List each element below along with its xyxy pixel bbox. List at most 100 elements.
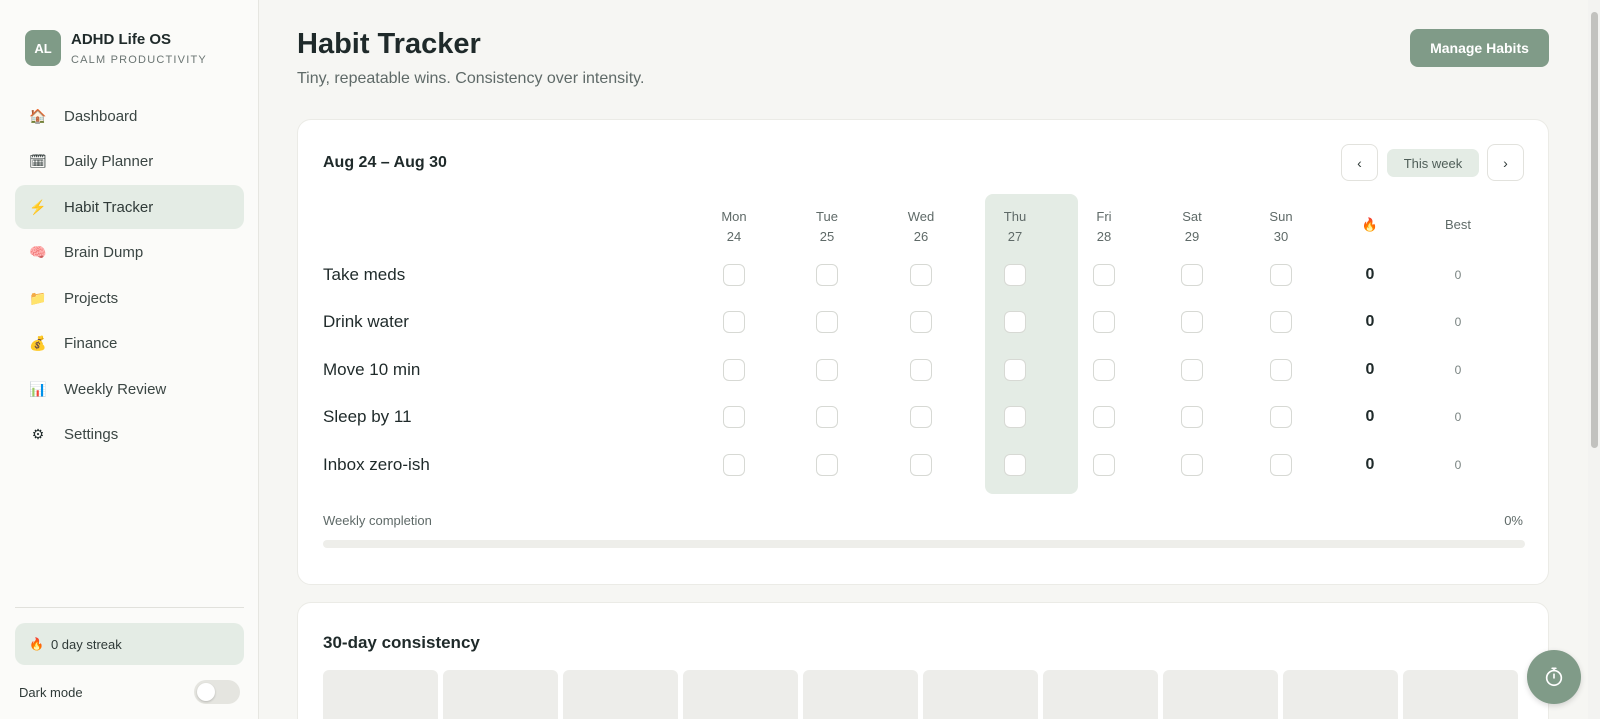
sidebar-item-habit-tracker[interactable]: ⚡ Habit Tracker [15, 185, 244, 229]
sidebar-item-finance[interactable]: 💰 Finance [15, 322, 244, 366]
consistency-cell [1283, 670, 1398, 719]
manage-habits-button[interactable]: Manage Habits [1410, 29, 1549, 67]
avatar: AL [25, 30, 61, 66]
sidebar-item-label: Daily Planner [64, 153, 154, 170]
habit-checkbox[interactable] [1181, 359, 1203, 381]
habit-checkbox[interactable] [723, 264, 745, 286]
sidebar: AL ADHD Life OS CALM PRODUCTIVITY 🏠 Dashb… [0, 0, 259, 719]
consistency-cell [923, 670, 1038, 719]
lightning-icon: ⚡ [29, 198, 47, 215]
habit-checkbox[interactable] [1270, 359, 1292, 381]
consistency-cell [1043, 670, 1158, 719]
day-date: 30 [1273, 229, 1289, 244]
habit-streak-value: 0 [1365, 456, 1375, 473]
habit-checkbox[interactable] [910, 311, 932, 333]
timer-button[interactable] [1527, 650, 1581, 704]
habit-name: Move 10 min [323, 360, 421, 379]
streak-column-header: 🔥 [1361, 217, 1379, 232]
habit-checkbox[interactable] [1004, 454, 1026, 476]
habit-checkbox[interactable] [1181, 311, 1203, 333]
habit-name: Take meds [323, 265, 406, 284]
day-header-fri: Fri 28 [1074, 207, 1134, 247]
habit-checkbox[interactable] [816, 264, 838, 286]
sidebar-item-label: Dashboard [64, 107, 138, 125]
scroll-thumb[interactable] [1591, 12, 1598, 448]
sidebar-item-dashboard[interactable]: 🏠 Dashboard [15, 94, 244, 138]
habit-checkbox[interactable] [910, 264, 932, 286]
habit-checkbox[interactable] [1093, 311, 1115, 333]
habit-checkbox[interactable] [723, 454, 745, 476]
consistency-grid [323, 670, 1518, 719]
habit-best-value: 0 [1454, 410, 1462, 424]
previous-week-button[interactable]: ‹ [1341, 144, 1378, 181]
house-icon: 🏠 [29, 107, 47, 124]
habit-checkbox[interactable] [1181, 406, 1203, 428]
habit-checkbox[interactable] [1004, 264, 1026, 286]
sidebar-item-settings[interactable]: ⚙ Settings [15, 413, 244, 457]
habit-checkbox[interactable] [723, 359, 745, 381]
day-name: Thu [1003, 209, 1027, 224]
habit-checkbox[interactable] [1093, 454, 1115, 476]
dark-mode-toggle[interactable] [194, 680, 240, 704]
weekly-completion-bar [323, 540, 1525, 548]
habit-streak-value: 0 [1365, 266, 1375, 283]
habit-checkbox[interactable] [816, 454, 838, 476]
sidebar-item-label: Habit Tracker [64, 198, 154, 216]
sidebar-item-brain-dump[interactable]: 🧠 Brain Dump [15, 231, 244, 275]
day-date: 27 [1007, 229, 1023, 244]
habit-checkbox[interactable] [1093, 406, 1115, 428]
consistency-cell [443, 670, 558, 719]
page-subtitle: Tiny, repeatable wins. Consistency over … [297, 70, 645, 87]
day-name: Sat [1182, 209, 1202, 224]
habit-checkbox[interactable] [1093, 359, 1115, 381]
habit-checkbox[interactable] [723, 406, 745, 428]
habit-checkbox[interactable] [1270, 454, 1292, 476]
habit-best-value: 0 [1454, 363, 1462, 377]
habit-checkbox[interactable] [723, 311, 745, 333]
habit-streak-value: 0 [1365, 408, 1375, 425]
flame-icon: 🔥 [29, 637, 44, 651]
habit-checkbox[interactable] [1004, 311, 1026, 333]
habit-checkbox[interactable] [1270, 311, 1292, 333]
habit-checkbox[interactable] [816, 359, 838, 381]
day-header-sat: Sat 29 [1162, 207, 1222, 247]
week-card: Aug 24 – Aug 30 ‹ This week › 🔥 Best Wee… [297, 119, 1549, 585]
brand: AL ADHD Life OS CALM PRODUCTIVITY [25, 30, 207, 66]
habit-name: Drink water [323, 312, 409, 331]
habit-checkbox[interactable] [1093, 264, 1115, 286]
next-week-button[interactable]: › [1487, 144, 1524, 181]
day-date: 25 [819, 229, 835, 244]
consistency-title: 30-day consistency [323, 633, 480, 652]
habit-checkbox[interactable] [910, 454, 932, 476]
habit-name: Inbox zero-ish [323, 455, 430, 474]
habit-checkbox[interactable] [1270, 264, 1292, 286]
best-column-header: Best [1444, 217, 1471, 232]
streak-label: 0 day streak [50, 636, 122, 652]
sidebar-item-label: Projects [64, 289, 119, 307]
habit-checkbox[interactable] [910, 359, 932, 381]
consistency-cell [1403, 670, 1518, 719]
day-date: 26 [913, 229, 929, 244]
sidebar-item-projects[interactable]: 📁 Projects [15, 276, 244, 320]
sidebar-item-weekly-review[interactable]: 📊 Weekly Review [15, 367, 244, 411]
page-scrollbar[interactable] [1588, 0, 1600, 719]
habit-checkbox[interactable] [910, 406, 932, 428]
habit-checkbox[interactable] [1181, 264, 1203, 286]
habit-checkbox[interactable] [1270, 406, 1292, 428]
app-name: ADHD Life OS [71, 30, 172, 48]
habit-checkbox[interactable] [1004, 406, 1026, 428]
page-title: Habit Tracker [297, 28, 481, 60]
habit-streak-value: 0 [1365, 313, 1375, 330]
calendar-icon: 🗓 [29, 153, 47, 169]
day-name: Mon [721, 209, 747, 224]
consistency-cell [323, 670, 438, 719]
this-week-button[interactable]: This week [1387, 149, 1479, 177]
habit-best-value: 0 [1454, 458, 1462, 472]
habit-checkbox[interactable] [816, 311, 838, 333]
sidebar-item-daily-planner[interactable]: 🗓 Daily Planner [15, 140, 244, 184]
habit-checkbox[interactable] [1004, 359, 1026, 381]
habit-checkbox[interactable] [816, 406, 838, 428]
habit-checkbox[interactable] [1181, 454, 1203, 476]
day-header-wed: Wed 26 [891, 207, 951, 247]
consistency-cell [1163, 670, 1278, 719]
